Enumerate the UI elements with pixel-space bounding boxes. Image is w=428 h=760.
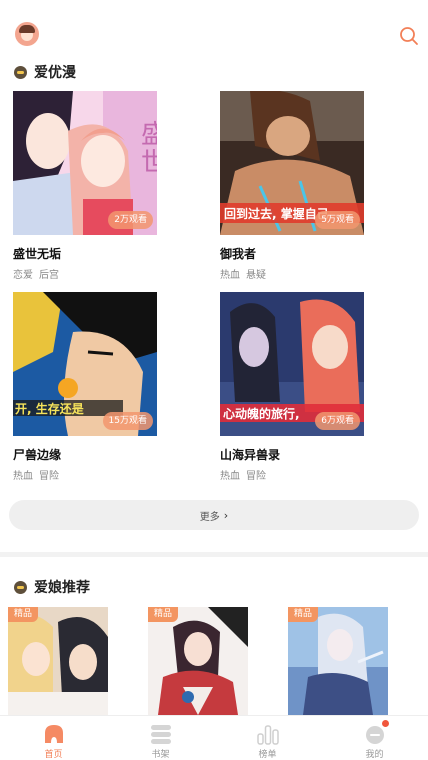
recommend-card[interactable]: 精品 [8, 607, 108, 715]
comic-tag[interactable]: 热血 [220, 467, 240, 482]
profile-icon [364, 720, 389, 745]
search-icon[interactable] [399, 26, 419, 46]
home-icon [43, 723, 65, 745]
section-divider [0, 552, 428, 557]
premium-badge: 精品 [288, 607, 319, 622]
svg-text:世: 世 [141, 148, 157, 178]
comic-cover[interactable]: 开, 生存还是 15万观看 [13, 292, 157, 436]
comic-tag[interactable]: 恋爱 [13, 266, 33, 281]
premium-badge: 精品 [148, 607, 179, 622]
svg-text:心动魄的旅行,: 心动魄的旅行, [223, 406, 300, 421]
tab-label: 书架 [151, 750, 170, 760]
section-header-love: 爱优漫 [14, 61, 76, 83]
tab-home[interactable]: 首页 [0, 716, 107, 760]
tab-label: 我的 [365, 750, 384, 760]
comic-tag[interactable]: 悬疑 [246, 266, 266, 281]
comic-tag[interactable]: 热血 [220, 266, 240, 281]
comic-tags: 恋爱 后宫 [13, 266, 59, 281]
more-button[interactable]: 更多 › [9, 500, 419, 530]
comic-tag[interactable]: 后宫 [39, 266, 59, 281]
comic-title[interactable]: 御我者 [220, 245, 256, 262]
recommend-card[interactable]: 精品 [148, 607, 248, 715]
ranking-icon [256, 723, 279, 745]
premium-badge: 精品 [8, 607, 39, 622]
bookshelf-icon [150, 723, 172, 745]
bottom-tab-bar: 首页 书架 榜单 我的 [0, 715, 428, 760]
comic-tags: 热血 悬疑 [220, 266, 266, 281]
comic-title[interactable]: 盛世无垢 [13, 245, 61, 262]
top-bar [0, 0, 428, 58]
tab-label: 首页 [44, 750, 63, 760]
svg-text:盛: 盛 [141, 120, 157, 150]
comic-tag[interactable]: 冒险 [246, 467, 266, 482]
comic-cover[interactable]: 回到过去, 掌握自己 5万观看 [220, 91, 364, 235]
tab-bookshelf[interactable]: 书架 [107, 716, 214, 760]
section-title: 爱优漫 [34, 65, 76, 81]
recommend-card[interactable]: 精品 [288, 607, 388, 715]
comic-tag[interactable]: 热血 [13, 467, 33, 482]
more-label: 更多 [199, 511, 220, 523]
view-count-badge: 15万观看 [102, 412, 153, 430]
comic-tags: 热血 冒险 [13, 467, 59, 482]
section-badge-icon [14, 580, 27, 594]
tab-label: 榜单 [258, 750, 277, 760]
comic-tag[interactable]: 冒险 [39, 467, 59, 482]
chevron-right-icon: › [223, 508, 229, 522]
comic-title[interactable]: 山海异兽录 [220, 446, 280, 463]
view-count-badge: 5万观看 [315, 211, 360, 229]
comic-title[interactable]: 尸兽边缘 [13, 446, 61, 463]
svg-text:回到过去, 掌握自己: 回到过去, 掌握自己 [224, 206, 329, 221]
svg-text:开, 生存还是: 开, 生存还是 [15, 401, 85, 416]
view-count-badge: 6万观看 [315, 412, 360, 430]
comic-cover[interactable]: 心动魄的旅行, 6万观看 [220, 292, 364, 436]
view-count-badge: 2万观看 [108, 211, 153, 229]
notification-dot [381, 720, 389, 727]
section-title: 爱娘推荐 [34, 580, 90, 596]
comic-tags: 热血 冒险 [220, 467, 266, 482]
tab-profile[interactable]: 我的 [321, 716, 428, 760]
tab-ranking[interactable]: 榜单 [214, 716, 321, 760]
section-header-recommend: 爱娘推荐 [14, 576, 90, 598]
section-badge-icon [14, 65, 27, 79]
user-avatar-icon[interactable] [15, 22, 39, 46]
comic-cover[interactable]: 盛 世 2万观看 [13, 91, 157, 235]
